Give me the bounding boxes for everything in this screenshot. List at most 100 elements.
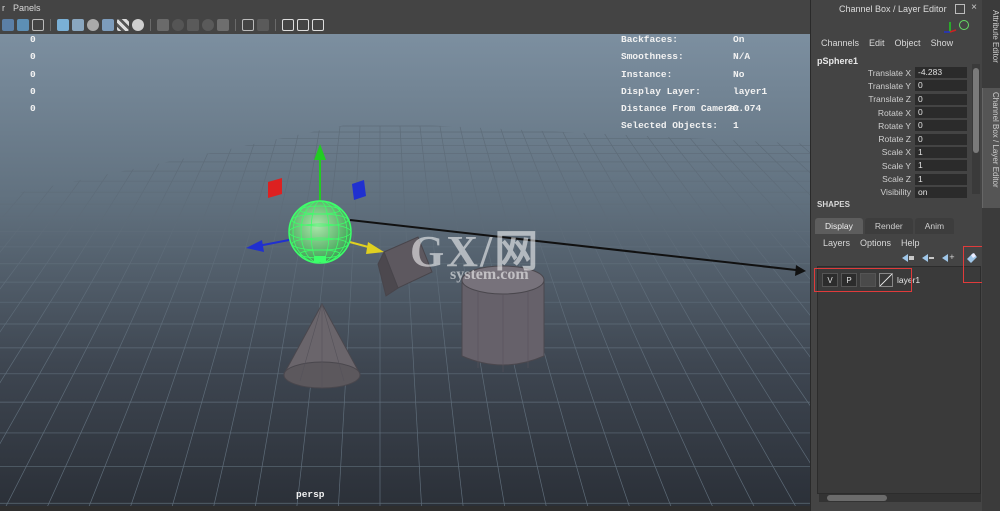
layer-editor-tabs: Display Render Anim bbox=[815, 218, 955, 234]
channel-value-field[interactable]: 0 bbox=[915, 107, 967, 119]
hud-value: No bbox=[733, 68, 745, 80]
channel-name[interactable]: Scale Y bbox=[811, 161, 915, 171]
channel-row[interactable]: Rotate X0 bbox=[811, 106, 971, 119]
channel-row[interactable]: Scale Z1 bbox=[811, 172, 971, 185]
scrollbar-thumb[interactable] bbox=[973, 68, 979, 153]
textured-icon[interactable] bbox=[102, 19, 114, 31]
tab-channel-box-layer-editor[interactable]: Channel Box / Layer Editor bbox=[982, 88, 1000, 208]
sphere-mesh-selected[interactable] bbox=[288, 200, 352, 264]
channel-name[interactable]: Translate Z bbox=[811, 94, 915, 104]
hud-value: 0 bbox=[30, 51, 36, 63]
frame-all-icon[interactable] bbox=[257, 19, 269, 31]
channel-row[interactable]: Scale X1 bbox=[811, 146, 971, 159]
svg-text:+: + bbox=[949, 253, 955, 261]
toolbar-separator bbox=[150, 19, 151, 31]
channel-row[interactable]: Translate X -4.283 bbox=[811, 66, 971, 79]
grid-line bbox=[211, 125, 301, 506]
channel-value-field[interactable]: 0 bbox=[915, 93, 967, 105]
menu-channels[interactable]: Channels bbox=[821, 38, 859, 48]
viewport-panel[interactable]: r Panels 0 0 0 0 0 Backfaces: On Smoothn… bbox=[0, 0, 810, 511]
toolbar-separator bbox=[275, 19, 276, 31]
channel-list: Translate X -4.283 Translate Y0 Translate… bbox=[811, 66, 971, 199]
layer-list-scrollbar[interactable] bbox=[819, 494, 981, 502]
channel-value-field[interactable]: 0 bbox=[915, 120, 967, 132]
image-plane-icon[interactable] bbox=[32, 19, 44, 31]
hud-value: layer1 bbox=[733, 85, 768, 97]
grid-line bbox=[0, 125, 141, 506]
scrollbar-thumb[interactable] bbox=[827, 495, 887, 501]
isolate-select-icon[interactable] bbox=[172, 19, 184, 31]
channel-row[interactable]: Rotate Y0 bbox=[811, 119, 971, 132]
field-chart-icon[interactable] bbox=[312, 19, 324, 31]
channel-name[interactable]: Rotate Z bbox=[811, 134, 915, 144]
sync-icon[interactable] bbox=[959, 20, 969, 30]
grid-line bbox=[0, 125, 161, 506]
menu-edit[interactable]: Edit bbox=[869, 38, 885, 48]
viewport-toolbar bbox=[0, 16, 810, 34]
wireframe-cube-icon[interactable] bbox=[57, 19, 69, 31]
shadows-icon[interactable] bbox=[157, 19, 169, 31]
resolution-gate-icon[interactable] bbox=[282, 19, 294, 31]
hud-label: Distance From Camera: bbox=[621, 103, 741, 115]
channel-name[interactable]: Scale Z bbox=[811, 174, 915, 184]
persp-viewport[interactable]: 0 0 0 0 0 Backfaces: On Smoothness: N/A In… bbox=[0, 34, 810, 506]
channel-value-field[interactable]: -4.283 bbox=[915, 67, 967, 79]
channel-row[interactable]: Visibility on bbox=[811, 186, 971, 199]
camera-attributes-icon[interactable] bbox=[17, 19, 29, 31]
backface-culling-icon[interactable] bbox=[217, 19, 229, 31]
grid-select-icon[interactable] bbox=[2, 19, 14, 31]
menu-item-r[interactable]: r bbox=[2, 3, 5, 13]
tab-render[interactable]: Render bbox=[864, 218, 913, 234]
channel-value-field[interactable]: 1 bbox=[915, 160, 967, 172]
lights-icon[interactable] bbox=[132, 19, 144, 31]
grid-line bbox=[0, 125, 41, 506]
channel-value-field[interactable]: 0 bbox=[915, 80, 967, 92]
channel-row[interactable]: Rotate Z0 bbox=[811, 132, 971, 145]
shapes-section-label[interactable]: SHAPES bbox=[817, 200, 850, 209]
channel-name[interactable]: Translate Y bbox=[811, 81, 915, 91]
display-manipulator-icon[interactable] bbox=[943, 20, 957, 34]
tab-attribute-editor[interactable]: Attribute Editor bbox=[982, 6, 1000, 76]
menu-show[interactable]: Show bbox=[931, 38, 954, 48]
channel-row[interactable]: Scale Y1 bbox=[811, 159, 971, 172]
channel-row[interactable]: Translate Z0 bbox=[811, 93, 971, 106]
channel-name[interactable]: Translate X bbox=[811, 68, 915, 78]
select-camera-icon[interactable] bbox=[242, 19, 254, 31]
float-panel-icon[interactable] bbox=[955, 4, 966, 14]
toolbar-separator bbox=[50, 19, 51, 31]
menu-layers[interactable]: Layers bbox=[823, 238, 850, 248]
channel-name[interactable]: Rotate Y bbox=[811, 121, 915, 131]
channel-value-field[interactable]: 0 bbox=[915, 133, 967, 145]
menu-options[interactable]: Options bbox=[860, 238, 891, 248]
tab-anim[interactable]: Anim bbox=[914, 218, 955, 234]
move-layer-down-icon[interactable] bbox=[921, 252, 935, 264]
menu-object[interactable]: Object bbox=[895, 38, 921, 48]
channel-row[interactable]: Translate Y0 bbox=[811, 79, 971, 92]
channel-name[interactable]: Scale X bbox=[811, 147, 915, 157]
channel-box-scrollbar[interactable] bbox=[972, 64, 980, 194]
xray-icon[interactable] bbox=[187, 19, 199, 31]
selected-object-name[interactable]: pSphere1 bbox=[817, 56, 858, 66]
grid-line bbox=[0, 125, 101, 506]
grid-line bbox=[0, 125, 121, 506]
smooth-shade-icon[interactable] bbox=[72, 19, 84, 31]
close-icon[interactable]: × bbox=[971, 3, 977, 14]
toolbar-separator bbox=[235, 19, 236, 31]
gate-mask-icon[interactable] bbox=[297, 19, 309, 31]
xray-joints-icon[interactable] bbox=[202, 19, 214, 31]
tab-display[interactable]: Display bbox=[815, 218, 863, 234]
channel-name[interactable]: Visibility bbox=[811, 187, 915, 197]
move-layer-up-icon[interactable] bbox=[901, 252, 915, 264]
channel-value-field[interactable]: 1 bbox=[915, 173, 967, 185]
create-empty-layer-icon[interactable]: + bbox=[941, 252, 955, 264]
cone-mesh[interactable] bbox=[283, 302, 361, 389]
channel-value-field[interactable]: on bbox=[915, 186, 967, 198]
channel-box-menubar: Channels Edit Object Show bbox=[821, 38, 953, 48]
use-default-material-icon[interactable] bbox=[87, 19, 99, 31]
menu-item-panels[interactable]: Panels bbox=[13, 3, 41, 13]
channel-value-field[interactable]: 1 bbox=[915, 146, 967, 158]
channel-name[interactable]: Rotate X bbox=[811, 108, 915, 118]
panel-header: Channel Box / Layer Editor × bbox=[811, 0, 983, 18]
checker-icon[interactable] bbox=[117, 19, 129, 31]
menu-help[interactable]: Help bbox=[901, 238, 920, 248]
